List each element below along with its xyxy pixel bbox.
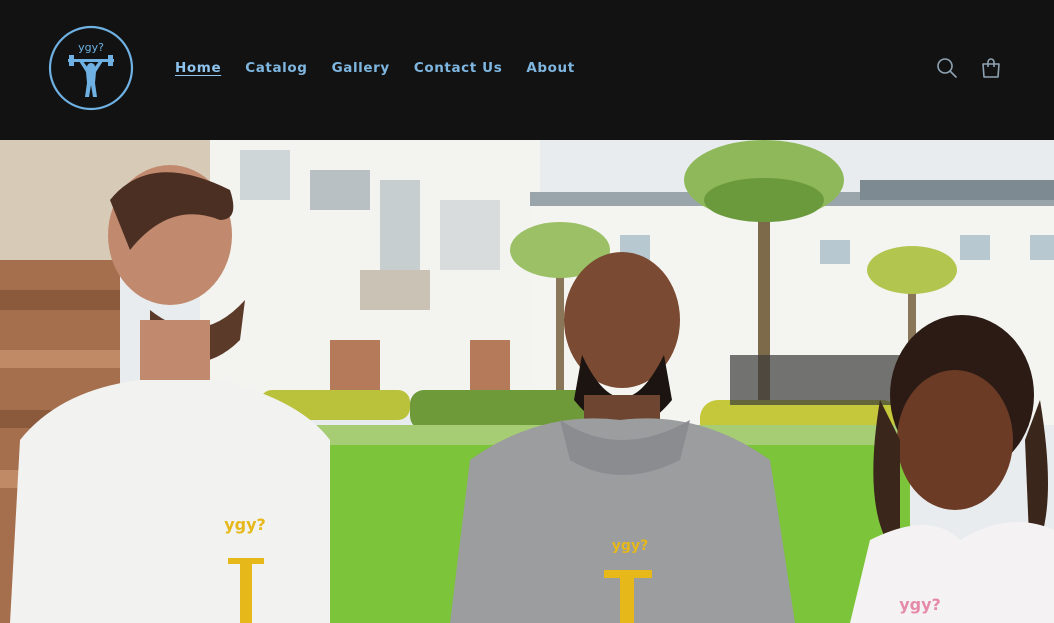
nav-gallery[interactable]: Gallery [332,59,390,77]
nav-contact-us[interactable]: Contact Us [414,59,503,77]
cart-icon [982,58,1000,78]
logo-text: ygy? [78,41,104,54]
shirt-text-right: ygy? [899,595,941,614]
site-header: ygy? Home Catalog Gallery Contact Us Abo… [0,0,1054,140]
shirt-text-center: ygy? [612,538,648,554]
hero-photo: ygy? ygy? ygy? [0,140,1054,623]
nav-home[interactable]: Home [175,59,221,77]
hero-banner: ygy? ygy? ygy? [0,140,1054,623]
shirt-text-left: ygy? [224,515,266,534]
nav-about[interactable]: About [526,59,574,77]
main-nav: Home Catalog Gallery Contact Us About [175,59,575,77]
nav-catalog[interactable]: Catalog [245,59,307,77]
weightlifter-icon: ygy? [48,25,134,111]
search-icon [937,58,957,78]
cart-button[interactable] [978,55,1004,81]
search-button[interactable] [934,55,960,81]
brand-logo[interactable]: ygy? [48,25,134,111]
